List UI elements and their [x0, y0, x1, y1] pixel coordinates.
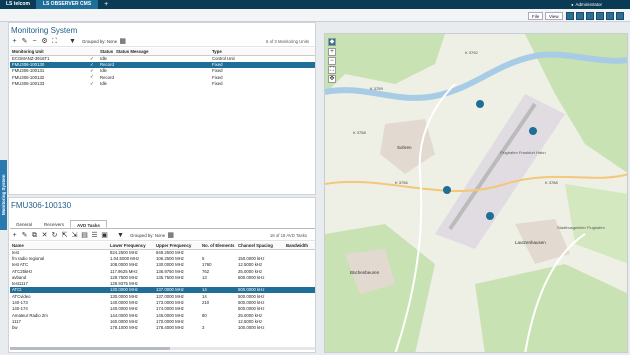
- image-icon[interactable]: ▣: [100, 231, 109, 240]
- col-channel-spacing[interactable]: Channel Spacing: [236, 242, 284, 250]
- delete-icon[interactable]: ✕: [40, 231, 49, 240]
- cell-unit: FMU306-100133: [12, 81, 45, 87]
- table-row[interactable]: bw 178.1000 MHz 178.4000 MHz 3 100.0000 kHz: [10, 325, 315, 331]
- col-bandwidth[interactable]: Bandwidth: [284, 242, 315, 250]
- layout-columns-icon[interactable]: [596, 12, 604, 20]
- grouped-by-dropdown[interactable]: Grouped by: None: [82, 39, 117, 44]
- view-menu-button[interactable]: View: [545, 12, 563, 20]
- map-label: K 3759: [370, 86, 383, 91]
- map-canvas: K 3759 K 3758 K 3756 K 3792 Flughafen Fr…: [325, 34, 627, 352]
- cell-status: Recording: [98, 61, 114, 68]
- map-label: Stadtbusgeleiter Flughafen: [557, 225, 605, 230]
- map-label: Lautzenhausen: [515, 240, 546, 245]
- panel-title: Monitoring System: [11, 26, 78, 35]
- col-check[interactable]: [88, 48, 98, 56]
- add-icon[interactable]: +: [10, 37, 19, 46]
- grouped-by-dropdown[interactable]: Grouped by: None: [130, 233, 165, 238]
- fit-icon[interactable]: ⛶: [50, 37, 59, 46]
- table-row[interactable]: FMU306-100133 ✓ Idle Fixed: [10, 80, 315, 87]
- refresh-icon[interactable]: ↻: [50, 231, 59, 240]
- map-marker-unit-2: [529, 127, 537, 135]
- col-lower-frequency[interactable]: Lower Frequency: [108, 242, 154, 250]
- tab-avd-tasks[interactable]: AVD Tasks: [70, 220, 107, 228]
- layout-rows-icon[interactable]: [606, 12, 614, 20]
- unit-title: FMU306-100130: [11, 201, 72, 210]
- cell-cs: 100.0000 kHz: [238, 325, 265, 331]
- col-monitoring-unit[interactable]: Monitoring Unit: [10, 48, 88, 56]
- map-label: K 3756: [395, 180, 408, 185]
- remove-icon[interactable]: −: [30, 37, 39, 46]
- unit-detail-panel: FMU306-100130 General Receivers AVD Tasks …: [8, 197, 316, 353]
- cell-bw: [284, 325, 315, 331]
- unit-count: 5 of 3 Monitoring Units: [266, 39, 309, 44]
- horizontal-scrollbar[interactable]: [10, 347, 315, 350]
- side-tab-monitoring-system[interactable]: Monitoring System: [0, 160, 7, 230]
- map-label: Sohren: [397, 145, 412, 150]
- map-label: Flughafen Frankfurt Hahn: [500, 150, 546, 155]
- app-logo: LS telcom: [6, 1, 30, 7]
- new-tab-button[interactable]: +: [98, 0, 114, 9]
- cell-lf: 178.1000 MHz: [110, 325, 138, 331]
- cell-check: ✓: [90, 80, 94, 86]
- top-toolbar: File View: [0, 9, 630, 22]
- map-marker-unit-1: [476, 100, 484, 108]
- monitoring-system-panel: Monitoring System + ✎ − ⚙ ⛶ ▼ Grouped by…: [8, 22, 316, 195]
- map-label: K 3758: [353, 130, 366, 135]
- import-icon[interactable]: ⇲: [70, 231, 79, 240]
- filter-icon[interactable]: ▼: [116, 231, 125, 240]
- layout-grid-icon[interactable]: [586, 12, 594, 20]
- fit-map-button[interactable]: ⛶: [328, 66, 336, 74]
- tab-ls-observer-cms[interactable]: LS OBSERVER CMS: [35, 0, 99, 9]
- map-marker-unit-3: [443, 186, 451, 194]
- task-count: 18 of 18 AVD Tasks: [269, 233, 307, 238]
- cell-status: Recording: [100, 74, 114, 80]
- filter-icon[interactable]: ▼: [68, 37, 77, 46]
- cell-n: 3: [202, 325, 205, 331]
- columns-icon[interactable]: ▦: [166, 231, 175, 240]
- chart-icon[interactable]: ▤: [80, 231, 89, 240]
- map-layer-icon[interactable]: ◆: [328, 38, 336, 46]
- wrench-icon[interactable]: ⚙: [40, 37, 49, 46]
- monitoring-table: Monitoring Unit Status Status Message Ty…: [10, 48, 315, 87]
- tab-receivers[interactable]: Receivers: [38, 220, 70, 228]
- cell-uf: 178.4000 MHz: [156, 325, 184, 331]
- tab-general[interactable]: General: [10, 220, 38, 228]
- map-marker-unit-4: [486, 212, 494, 220]
- avd-tasks-table: Name Lower Frequency Upper Frequency No.…: [10, 242, 315, 331]
- col-name[interactable]: Name: [10, 242, 108, 250]
- edit-icon[interactable]: ✎: [20, 231, 29, 240]
- layout-custom-icon[interactable]: [616, 12, 624, 20]
- list-icon[interactable]: ☰: [90, 231, 99, 240]
- cell-message: [114, 80, 210, 86]
- map-label: K 3788: [545, 180, 558, 185]
- map-view[interactable]: K 3759 K 3758 K 3756 K 3792 Flughafen Fr…: [324, 33, 628, 353]
- col-type[interactable]: Type: [210, 48, 315, 56]
- pan-map-button[interactable]: ✥: [328, 75, 336, 83]
- zoom-out-button[interactable]: −: [328, 57, 336, 65]
- cell-name: bw: [12, 325, 18, 331]
- add-icon[interactable]: +: [10, 231, 19, 240]
- cell-type: Fixed: [212, 81, 223, 87]
- export-icon[interactable]: ⇱: [60, 231, 69, 240]
- col-no-of-elements[interactable]: No. of Elements: [200, 242, 236, 250]
- columns-icon[interactable]: ▦: [118, 37, 127, 46]
- layout-split-icon[interactable]: [576, 12, 584, 20]
- map-label: K 3792: [465, 50, 478, 55]
- user-menu[interactable]: Administrator: [571, 0, 602, 9]
- file-menu-button[interactable]: File: [528, 12, 544, 20]
- cell-status: Idle: [100, 81, 107, 87]
- unit-tabs: General Receivers AVD Tasks: [10, 220, 315, 229]
- avd-toolbar: + ✎ ⧉ ✕ ↻ ⇱ ⇲ ▤ ☰ ▣ ▼ Grouped by: None ▦…: [10, 231, 315, 241]
- map-label: Büchenbeuren: [350, 270, 380, 275]
- col-upper-frequency[interactable]: Upper Frequency: [154, 242, 200, 250]
- edit-icon[interactable]: ✎: [20, 37, 29, 46]
- monitoring-toolbar: + ✎ − ⚙ ⛶ ▼ Grouped by: None ▦ 5 of 3 Mo…: [10, 37, 315, 47]
- zoom-in-button[interactable]: +: [328, 48, 336, 56]
- title-bar: LS telcom LS OBSERVER CMS + Administrato…: [0, 0, 630, 9]
- col-status[interactable]: Status: [98, 48, 114, 56]
- layout-single-icon[interactable]: [566, 12, 574, 20]
- col-status-message[interactable]: Status Message: [114, 48, 210, 56]
- copy-icon[interactable]: ⧉: [30, 231, 39, 240]
